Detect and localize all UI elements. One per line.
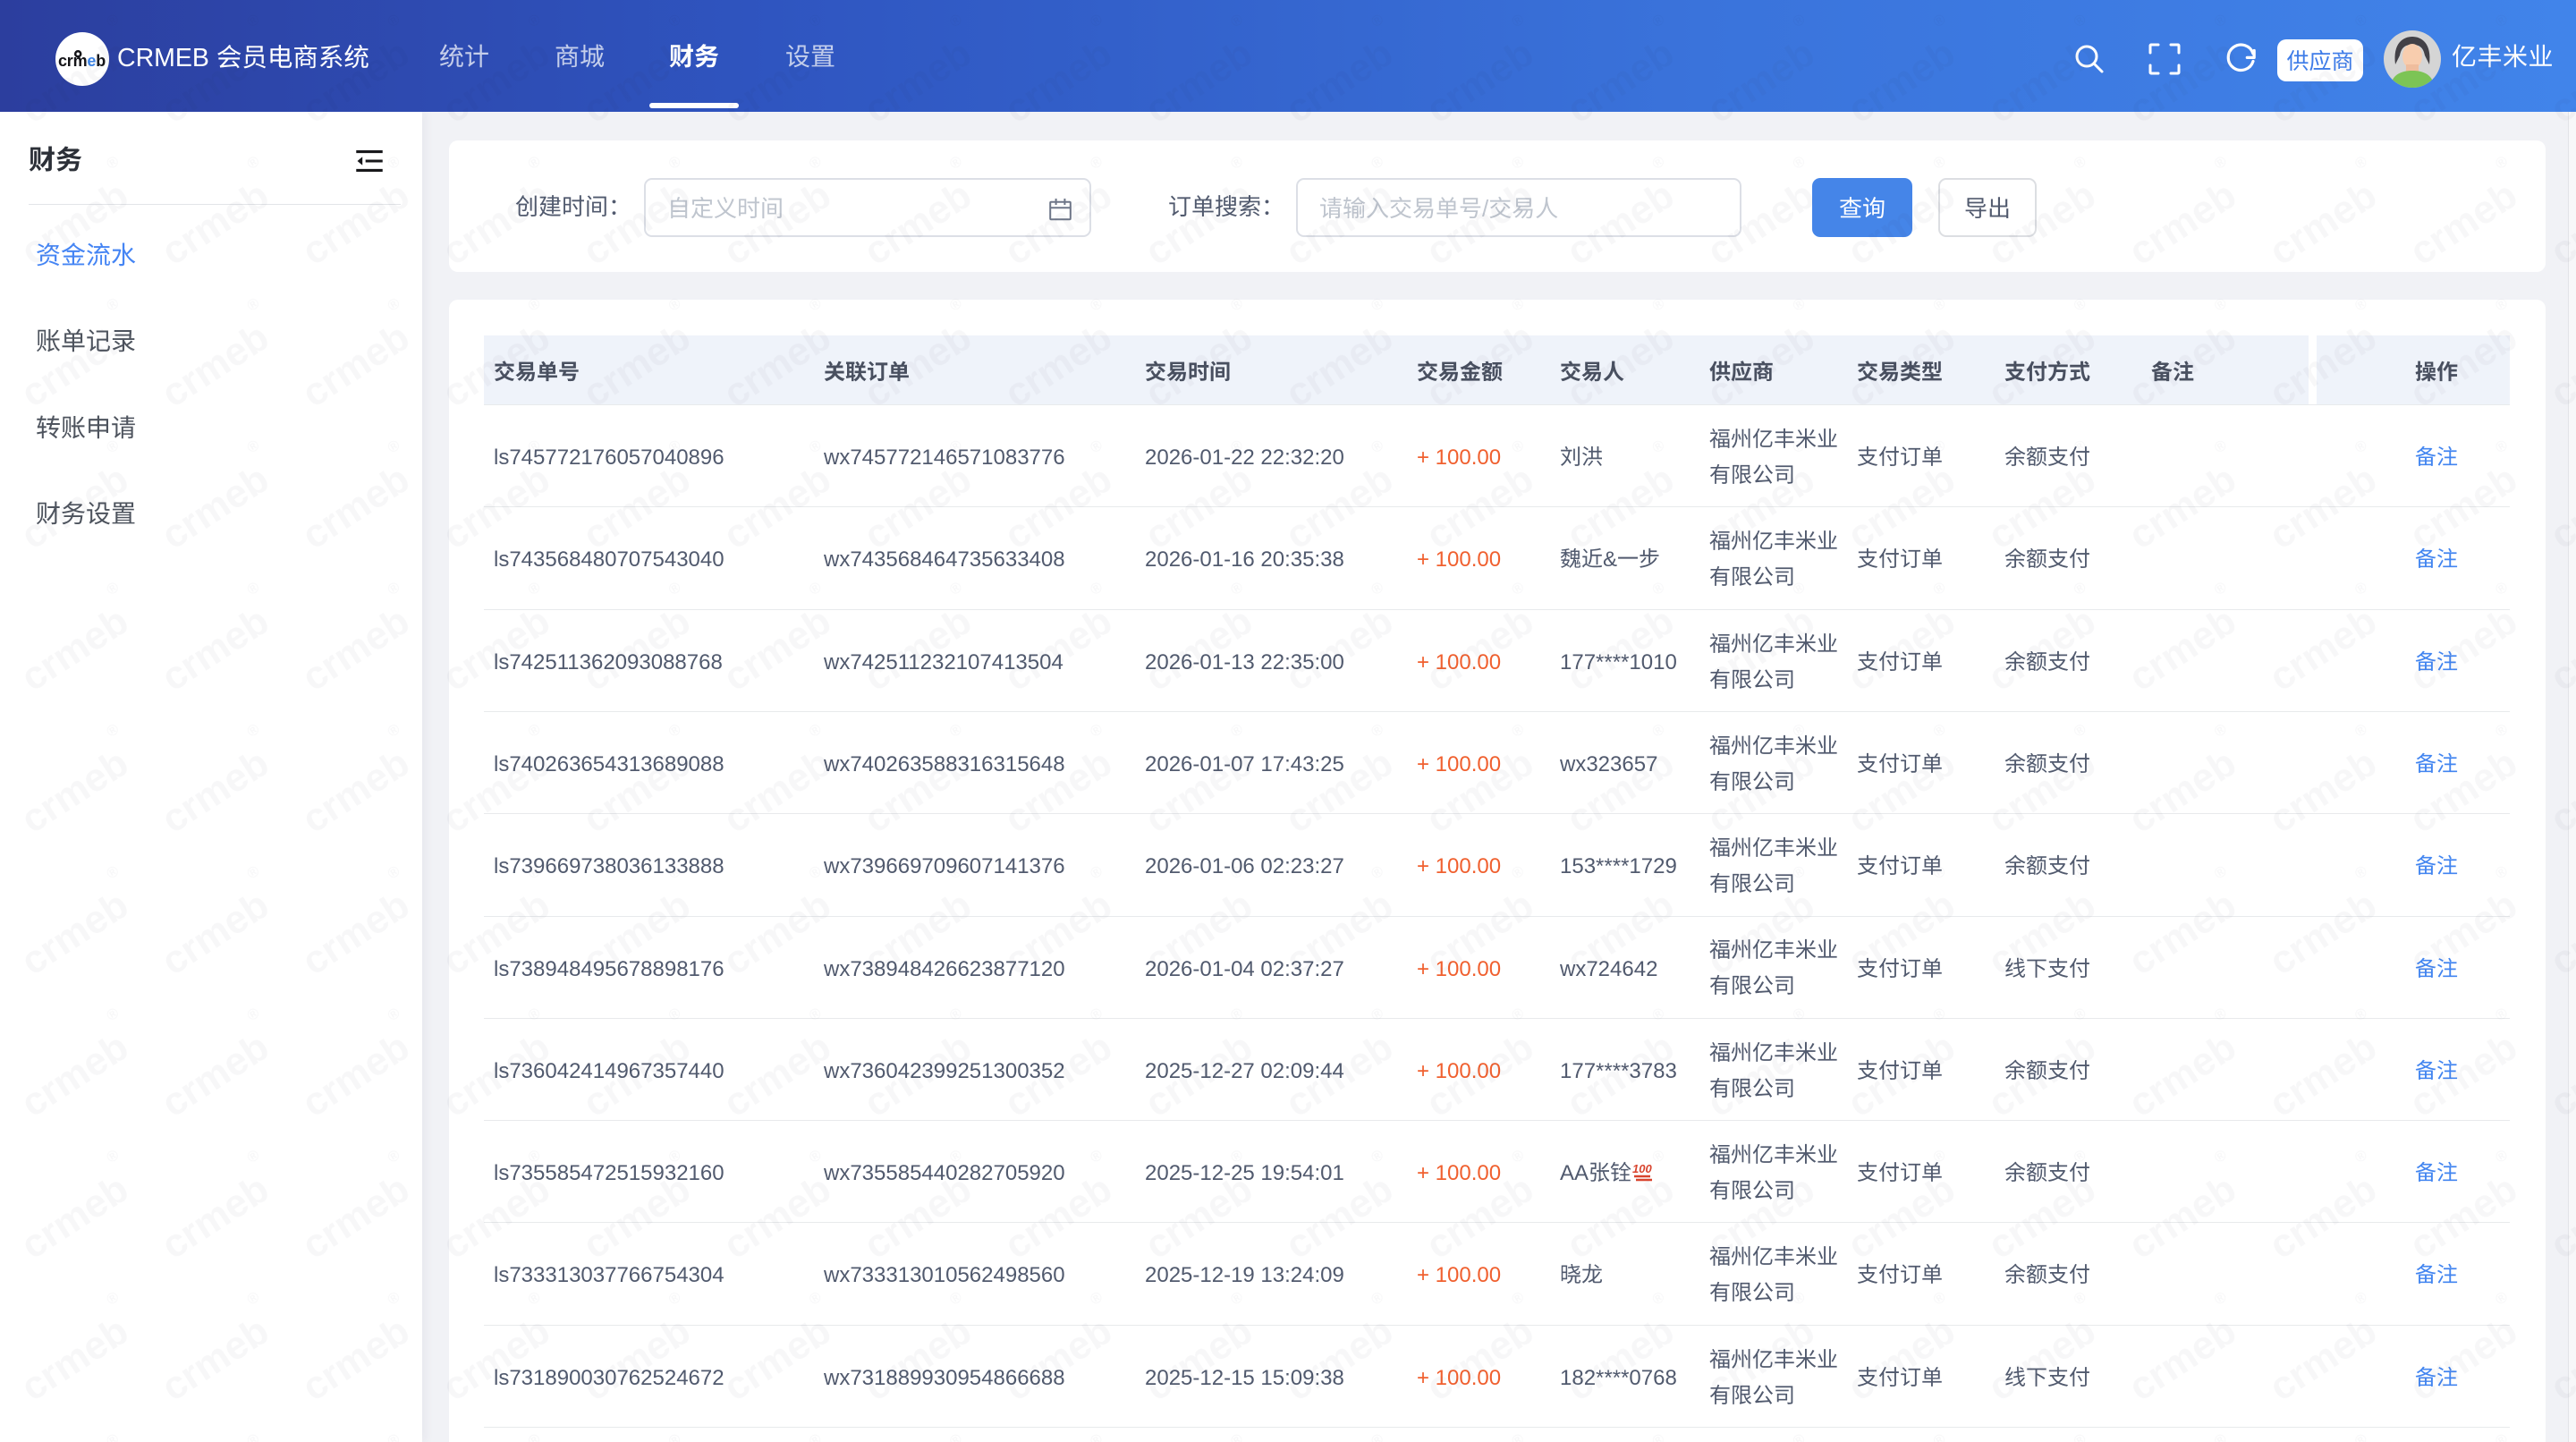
svg-text:crmeb: crmeb — [58, 52, 106, 70]
svg-text:100: 100 — [1632, 1159, 1652, 1176]
